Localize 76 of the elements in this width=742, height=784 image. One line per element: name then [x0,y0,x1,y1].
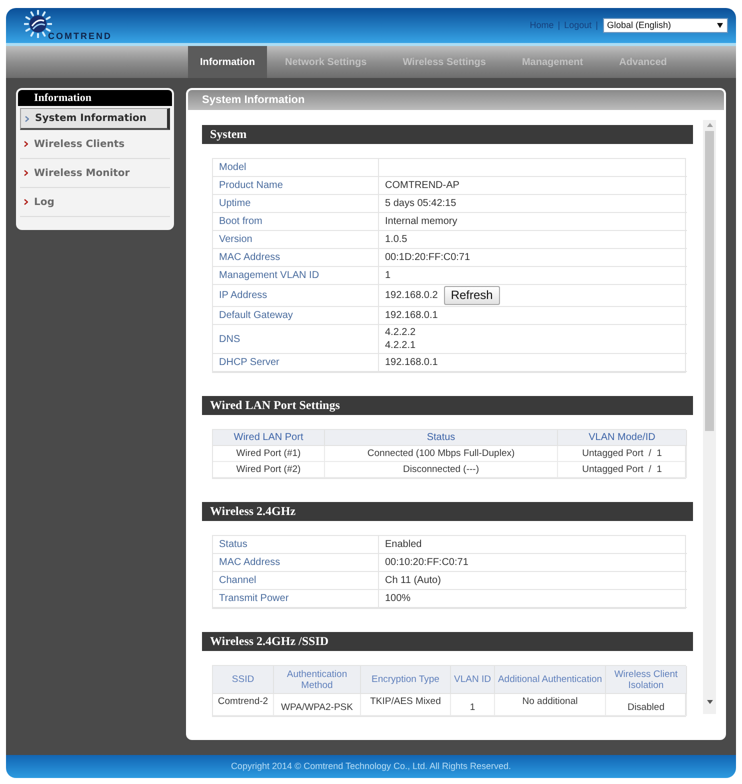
logo-text: COMTREND [48,31,112,41]
chevron-right-icon [25,116,29,122]
language-select[interactable]: Global (English) [603,18,728,33]
section-header: Wireless 2.4GHz /SSID [202,632,693,651]
column-header: Authentication Method [274,666,361,694]
sidebar-item[interactable]: Wireless Clients [20,130,170,159]
field-value: Ch 11 (Auto) [385,574,441,587]
field-label: MAC Address [219,251,280,264]
section-header: System [202,125,693,144]
field-value: Enabled [385,538,422,551]
field-label: Model [219,161,246,174]
column-header: Wired LAN Port [213,430,325,446]
sidebar-item[interactable]: Wireless Monitor [20,159,170,188]
chevron-right-icon [24,170,28,176]
table-cell: No additional [495,694,606,716]
table-cell: Wired Port (#1) [213,446,325,462]
section-header: Wireless 2.4GHz [202,502,693,521]
column-header: SSID [213,666,274,694]
table-cell: Wired Port (#2) [213,462,325,478]
panel-title: System Information [188,90,724,110]
nav-tab[interactable]: Information [188,46,267,78]
field-label: DHCP Server [219,356,280,369]
column-header: VLAN ID [451,666,495,694]
column-header: Status [325,430,558,446]
field-label: Version [219,233,252,246]
field-label: MAC Address [219,556,280,569]
field-value: 192.168.0.2 [385,289,438,302]
table-cell: Connected (100 Mbps Full-Duplex) [325,446,558,462]
link-separator: | [558,20,560,31]
link-separator: | [596,20,598,31]
field-value: 1 [385,269,391,282]
sidebar-title: Information [18,90,172,106]
table-cell: TKIP/AES Mixed [361,694,451,716]
scroll-up-arrow-icon[interactable] [706,123,712,127]
section-header: Wired LAN Port Settings [202,396,693,415]
table-cell: WPA/WPA2-PSK [274,694,361,716]
table-cell: Untagged Port / 1 [558,462,687,478]
field-value: 00:10:20:FF:C0:71 [385,556,468,569]
dropdown-caret-icon [717,23,723,28]
field-label: IP Address [219,289,268,302]
field-value: 00:1D:20:FF:C0:71 [385,251,470,264]
column-header: Additional Authentication [495,666,606,694]
field-value: 100% [385,592,411,605]
field-label: Uptime [219,197,251,210]
sidebar-item[interactable]: Log [20,188,170,217]
field-label: Channel [219,574,256,587]
table-cell: Comtrend-2 [213,694,274,716]
field-value: 5 days 05:42:15 [385,197,456,210]
field-value: 1.0.5 [385,233,408,246]
table-cell: 1 [451,694,495,716]
column-header: Encryption Type [361,666,451,694]
chevron-right-icon [24,199,28,205]
field-label: Product Name [219,179,283,192]
field-label: Status [219,538,248,551]
column-header: Wireless Client Isolation [606,666,687,694]
field-value: 4.2.2.2 [385,326,416,339]
field-value: Internal memory [385,215,458,228]
field-label: Management VLAN ID [219,269,320,282]
field-label: DNS [219,332,240,346]
field-value: 192.168.0.1 [385,309,438,322]
table-cell: Disabled [606,694,687,716]
chevron-right-icon [24,141,28,147]
field-label: Default Gateway [219,309,293,322]
copyright-text: Copyright 2014 © Comtrend Technology Co., Ltd. All Rights Reserved. [230,761,512,772]
table-cell: Untagged Port / 1 [558,446,687,462]
refresh-button[interactable]: Refresh [444,286,500,305]
field-value: 4.2.2.1 [385,339,416,352]
scroll-down-arrow-icon[interactable] [706,700,712,704]
sidebar-item[interactable]: System Information [20,108,170,130]
field-value: 192.168.0.1 [385,356,438,369]
table-cell: Disconnected (---) [325,462,558,478]
column-header: VLAN Mode/ID [558,430,687,446]
field-label: Boot from [219,215,262,228]
field-value: COMTREND-AP [385,179,460,192]
scrollbar-thumb[interactable] [705,131,714,431]
field-label: Transmit Power [219,592,289,605]
